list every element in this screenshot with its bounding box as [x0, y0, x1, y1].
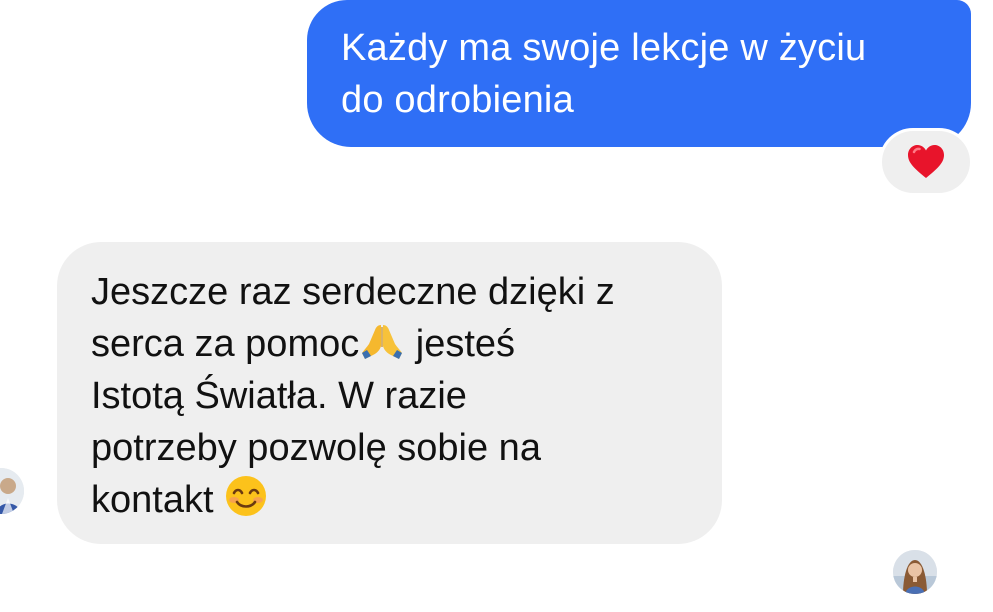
incoming-line-2-text-b: jesteś	[405, 323, 516, 365]
incoming-message-line-4: potrzeby pozwolę sobie na	[91, 427, 541, 469]
incoming-message-line-3: Istotą Światła. W razie	[91, 375, 467, 417]
incoming-line-2-text-a: serca za pomoc	[91, 323, 360, 365]
incoming-message-line-1: Jeszcze raz serdeczne dzięki z	[91, 271, 615, 313]
red-heart-icon	[908, 145, 944, 178]
outgoing-message-line-1: Każdy ma swoje lekcje w życiu	[341, 27, 867, 69]
outgoing-message-bubble[interactable]: Każdy ma swoje lekcje w życiu do odrobie…	[307, 0, 971, 147]
chat-thread: Każdy ma swoje lekcje w życiu do odrobie…	[0, 0, 993, 612]
message-reaction[interactable]	[882, 131, 970, 193]
seen-avatar-image	[893, 550, 937, 594]
sender-avatar-image	[0, 468, 24, 514]
incoming-line-5-text: kontakt	[91, 479, 225, 521]
outgoing-message-line-2: do odrobienia	[341, 79, 574, 121]
incoming-message-bubble[interactable]: Jeszcze raz serdeczne dzięki z serca za …	[57, 242, 722, 544]
seen-avatar[interactable]	[893, 550, 937, 594]
smiling-face-icon	[226, 476, 267, 516]
sender-avatar[interactable]	[0, 468, 24, 514]
incoming-message-line-2: serca za pomoc jesteś	[91, 318, 702, 370]
incoming-message-line-5: kontakt	[91, 474, 702, 526]
folded-hands-icon	[362, 325, 403, 359]
